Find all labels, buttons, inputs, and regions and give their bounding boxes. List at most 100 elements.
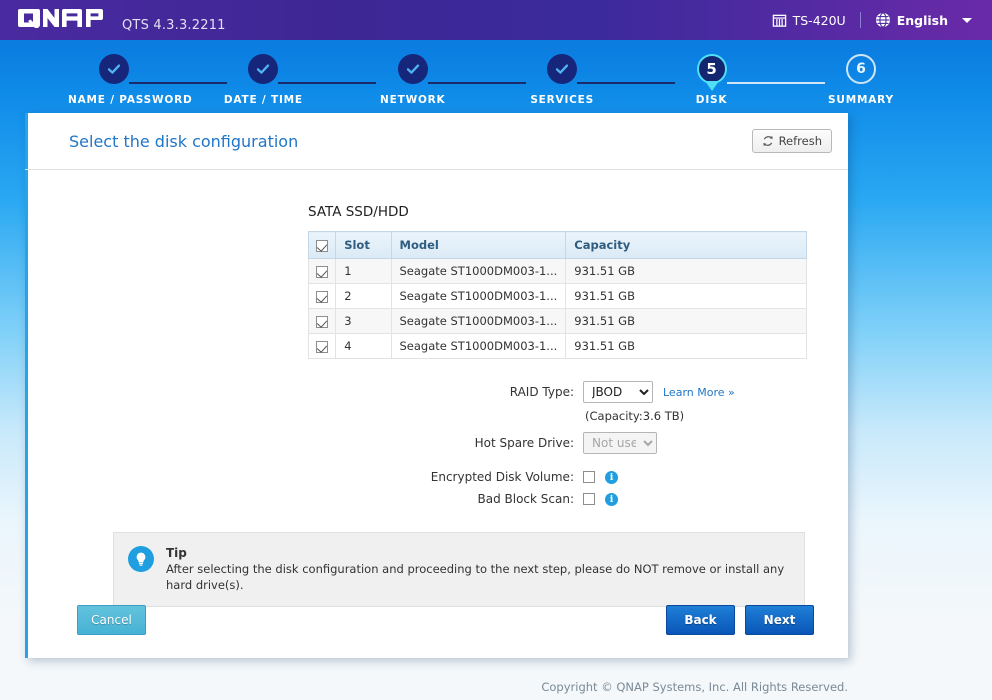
step-label: SUMMARY xyxy=(828,94,894,106)
tip-text: After selecting the disk configuration a… xyxy=(166,562,785,592)
language-label: English xyxy=(896,12,948,28)
step-circle xyxy=(547,54,578,84)
check-icon xyxy=(257,64,270,74)
panel-body: SATA SSD/HDD Slot Model Capacity 1 Seagat… xyxy=(25,170,848,657)
wizard-step-network[interactable]: NETWORK xyxy=(367,54,526,106)
encrypted-volume-row: Encrypted Disk Volume: i xyxy=(308,470,848,484)
disk-section-title: SATA SSD/HDD xyxy=(308,204,409,220)
encrypted-volume-info-icon[interactable]: i xyxy=(605,470,618,484)
lightbulb-icon xyxy=(128,546,154,572)
chevron-down-icon[interactable] xyxy=(962,17,972,23)
refresh-button[interactable]: Refresh xyxy=(751,129,832,153)
select-all-header[interactable] xyxy=(307,231,337,259)
cell-slot: 3 xyxy=(335,308,392,334)
raid-type-label: RAID Type: xyxy=(509,385,574,399)
cell-slot: 4 xyxy=(335,333,392,359)
row-checkbox-cell[interactable] xyxy=(307,333,337,359)
wizard-step-summary[interactable]: 6 SUMMARY xyxy=(815,54,907,106)
check-icon xyxy=(556,64,569,74)
qnap-logo-icon xyxy=(18,9,103,28)
encrypted-volume-label: Encrypted Disk Volume: xyxy=(430,470,574,484)
cancel-button[interactable]: Cancel xyxy=(77,605,146,635)
page-title: Select the disk configuration xyxy=(69,131,299,151)
refresh-label: Refresh xyxy=(778,134,822,148)
learn-more-link[interactable]: Learn More » xyxy=(663,386,735,399)
row-checkbox-cell[interactable] xyxy=(307,308,337,334)
cell-model: Seagate ST1000DM003-1... xyxy=(390,283,567,309)
disk-config-form: RAID Type: JBOD Learn More » (Capacity:3… xyxy=(308,381,848,506)
qts-version-label: QTS 4.3.3.2211 xyxy=(122,18,226,33)
row-checkbox-cell[interactable] xyxy=(307,283,337,309)
cell-capacity: 931.51 GB xyxy=(565,333,807,359)
wizard-step-disk[interactable]: 5 DISK xyxy=(666,54,825,106)
disk-table: Slot Model Capacity 1 Seagate ST1000DM003… xyxy=(307,231,807,359)
column-header-slot: Slot xyxy=(335,231,392,259)
back-button[interactable]: Back xyxy=(666,605,735,635)
row-checkbox-cell[interactable] xyxy=(307,258,337,284)
cell-capacity: 931.51 GB xyxy=(565,308,807,334)
table-row[interactable]: 1 Seagate ST1000DM003-1... 931.51 GB xyxy=(307,258,807,284)
step-connector-line xyxy=(278,82,377,84)
hot-spare-row: Hot Spare Drive: Not used xyxy=(308,432,848,454)
nas-server-icon xyxy=(772,14,786,27)
step-connector-line xyxy=(427,82,526,84)
wizard-step-bar: NAME / PASSWORD DATE / TIME NETWORK SERVICE… xyxy=(0,40,992,112)
table-row[interactable]: 4 Seagate ST1000DM003-1... 931.51 GB xyxy=(307,333,807,359)
refresh-icon xyxy=(762,135,773,147)
header-divider xyxy=(859,12,861,28)
cell-model: Seagate ST1000DM003-1... xyxy=(390,258,567,284)
bad-block-scan-row: Bad Block Scan: i xyxy=(308,492,848,506)
step-number: 6 xyxy=(856,61,866,77)
disk-list-section: SATA SSD/HDD Slot Model Capacity 1 Seagat… xyxy=(25,170,848,506)
table-row[interactable]: 2 Seagate ST1000DM003-1... 931.51 GB xyxy=(307,283,807,309)
main-panel: Select the disk configuration Refresh SA… xyxy=(25,113,848,658)
language-selector[interactable]: English xyxy=(875,12,972,28)
disk-row-checkbox[interactable] xyxy=(316,290,329,303)
check-icon xyxy=(406,64,419,74)
top-header-bar: QTS 4.3.3.2211 TS-420U English xyxy=(0,0,992,40)
encrypted-volume-checkbox[interactable] xyxy=(583,471,595,483)
tip-box: Tip After selecting the disk configurati… xyxy=(113,532,805,608)
step-label: DISK xyxy=(695,94,728,106)
lightbulb-glyph xyxy=(136,552,146,566)
wizard-step-name-password[interactable]: NAME / PASSWORD xyxy=(68,54,227,106)
bad-block-scan-checkbox[interactable] xyxy=(583,493,595,505)
bad-block-scan-label: Bad Block Scan: xyxy=(477,492,574,506)
cell-slot: 1 xyxy=(335,258,392,284)
brand-logo[interactable]: QTS 4.3.3.2211 xyxy=(0,7,226,33)
cell-capacity: 931.51 GB xyxy=(565,258,807,284)
footer-copyright: Copyright © QNAP Systems, Inc. All Right… xyxy=(541,680,848,694)
capacity-note: (Capacity:3.6 TB) xyxy=(585,409,685,423)
disk-row-checkbox[interactable] xyxy=(316,315,329,328)
step-circle xyxy=(397,54,428,84)
step-label: SERVICES xyxy=(530,94,595,106)
step-circle xyxy=(99,54,129,84)
step-circle xyxy=(248,54,279,84)
step-connector-line xyxy=(129,82,227,84)
hot-spare-select[interactable]: Not used xyxy=(583,432,657,454)
disk-row-checkbox[interactable] xyxy=(316,265,329,278)
step-label: DATE / TIME xyxy=(223,94,303,106)
panel-header: Select the disk configuration Refresh xyxy=(25,113,848,170)
step-connector-line xyxy=(726,82,825,84)
wizard-step-services[interactable]: SERVICES xyxy=(516,54,676,106)
step-label: NETWORK xyxy=(380,94,446,106)
bad-block-scan-info-icon[interactable]: i xyxy=(605,492,618,506)
column-header-model: Model xyxy=(390,231,567,259)
raid-type-select[interactable]: JBOD xyxy=(583,381,653,403)
column-header-capacity: Capacity xyxy=(565,231,807,259)
select-all-checkbox[interactable] xyxy=(316,239,329,252)
step-connector-line xyxy=(577,82,676,84)
step-circle: 6 xyxy=(845,54,876,84)
table-header-row: Slot Model Capacity xyxy=(307,231,807,259)
wizard-step-date-time[interactable]: DATE / TIME xyxy=(217,54,377,106)
step-number: 5 xyxy=(706,60,717,78)
table-row[interactable]: 3 Seagate ST1000DM003-1... 931.51 GB xyxy=(307,308,807,334)
tip-title: Tip xyxy=(166,546,187,560)
cell-model: Seagate ST1000DM003-1... xyxy=(390,308,567,334)
cell-model: Seagate ST1000DM003-1... xyxy=(390,333,567,359)
next-button[interactable]: Next xyxy=(745,605,814,635)
disk-row-checkbox[interactable] xyxy=(316,340,329,353)
nas-model-indicator[interactable]: TS-420U xyxy=(772,13,846,28)
raid-type-row: RAID Type: JBOD Learn More » xyxy=(308,381,848,403)
